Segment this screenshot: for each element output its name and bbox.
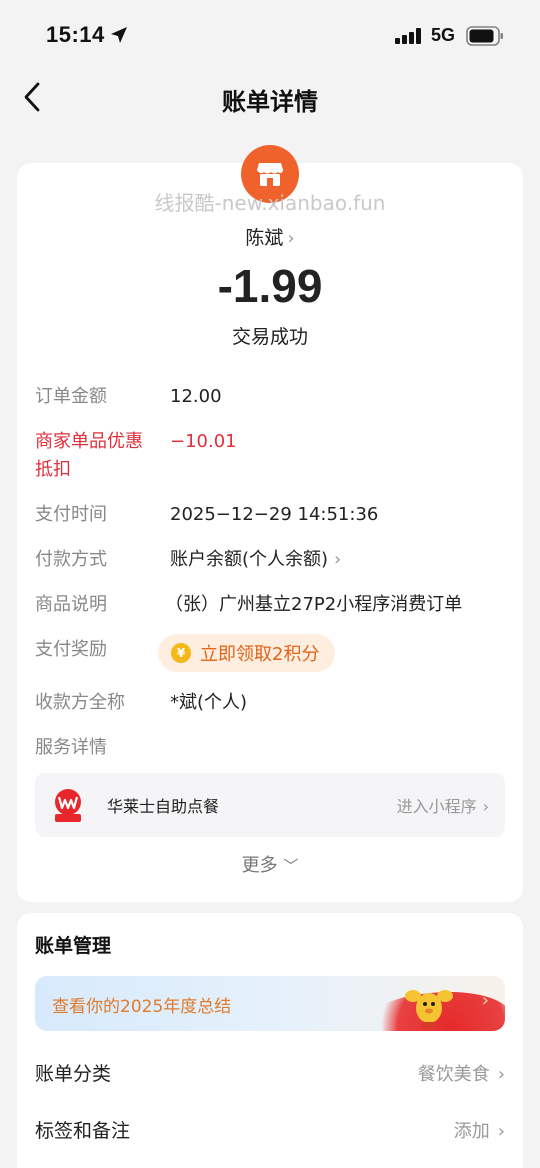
pay-time-value: 2025−12−29 14:51:36	[170, 504, 379, 525]
chevron-right-icon: ›	[482, 797, 489, 816]
bill-management-title: 账单管理	[35, 935, 112, 957]
location-arrow-icon	[111, 27, 127, 43]
watermark-text: 线报酷-new.xianbao.fun	[154, 191, 386, 215]
order-amount-label: 订单金额	[35, 386, 107, 407]
discount-label: 商家单品优惠	[35, 431, 143, 452]
payment-method-label: 付款方式	[35, 549, 107, 570]
status-bar: 15:14 5G	[0, 0, 540, 70]
service-detail-label: 服务详情	[35, 737, 107, 758]
page-title: 账单详情	[222, 88, 318, 116]
bill-category-row[interactable]: 账单分类 餐饮美食 ›	[35, 1053, 505, 1093]
more-label: 更多	[241, 855, 278, 876]
payee-fullname-label: 收款方全称	[35, 692, 125, 713]
battery-icon	[466, 26, 503, 46]
claim-points-label: 立即领取2积分	[200, 644, 320, 665]
payee-fullname-value: *斌(个人)	[170, 692, 248, 713]
chevron-right-icon: ›	[334, 549, 342, 570]
product-desc-value: （张）广州基立27P2小程序消费订单	[165, 594, 463, 615]
annual-summary-label: 查看你的2025年度总结	[52, 997, 232, 1017]
chevron-right-icon: ›	[287, 228, 295, 249]
payment-method-link[interactable]: 账户余额(个人余额) ›	[170, 546, 341, 574]
tags-notes-label: 标签和备注	[35, 1120, 131, 1142]
claim-points-button[interactable]: ¥ 立即领取2积分	[158, 634, 335, 672]
store-icon	[257, 163, 283, 186]
cellular-signal-icon	[395, 28, 421, 44]
nav-bar: 账单详情	[0, 70, 540, 124]
pay-time-label: 支付时间	[35, 504, 107, 525]
transaction-status: 交易成功	[231, 326, 308, 348]
coin-icon: ¥	[171, 643, 191, 663]
mascot-illustration	[405, 990, 453, 1028]
payment-method-value: 账户余额(个人余额)	[170, 549, 329, 570]
bill-detail-card: 线报酷-new.xianbao.fun 陈斌 › -1.99 交易成功 订单金额 …	[17, 145, 523, 902]
transaction-amount: -1.99	[217, 260, 323, 312]
service-name: 华莱士自助点餐	[107, 797, 220, 816]
network-type: 5G	[431, 25, 456, 45]
chevron-down-icon: ﹀	[283, 857, 299, 875]
enter-mini-program-label: 进入小程序	[396, 797, 477, 816]
wallace-logo-icon	[55, 789, 81, 822]
tags-notes-value: 添加	[453, 1121, 490, 1142]
order-amount-value: 12.00	[170, 386, 222, 407]
service-mini-program[interactable]: 华莱士自助点餐 进入小程序 ›	[35, 773, 505, 837]
bill-category-label: 账单分类	[35, 1063, 112, 1085]
discount-value: −10.01	[170, 431, 237, 452]
tags-notes-value-wrap: 添加 ›	[454, 1117, 505, 1143]
status-time: 15:14	[46, 22, 105, 47]
payee-name: 陈斌	[245, 227, 284, 249]
enter-mini-program-link[interactable]: 进入小程序 ›	[397, 793, 489, 817]
bill-category-value: 餐饮美食	[417, 1064, 490, 1085]
chevron-right-icon: ›	[481, 990, 489, 1011]
pay-reward-label: 支付奖励	[35, 639, 107, 660]
chevron-right-icon: ›	[497, 1064, 505, 1085]
discount-label-line2: 抵扣	[35, 459, 71, 480]
more-button[interactable]: 更多 ﹀	[17, 851, 523, 877]
annual-summary-banner[interactable]: 查看你的2025年度总结 ›	[35, 976, 505, 1031]
chevron-right-icon: ›	[497, 1121, 505, 1142]
payee-link[interactable]: 陈斌 ›	[17, 223, 523, 250]
product-desc-label: 商品说明	[35, 594, 107, 615]
bill-management-card: 账单管理 查看你的2025年度总结 › 账单分类 餐饮美食 › 标签和备注 添加 ›	[17, 913, 523, 1168]
tags-notes-row[interactable]: 标签和备注 添加 ›	[35, 1110, 505, 1150]
bill-category-value-wrap: 餐饮美食 ›	[418, 1060, 505, 1086]
